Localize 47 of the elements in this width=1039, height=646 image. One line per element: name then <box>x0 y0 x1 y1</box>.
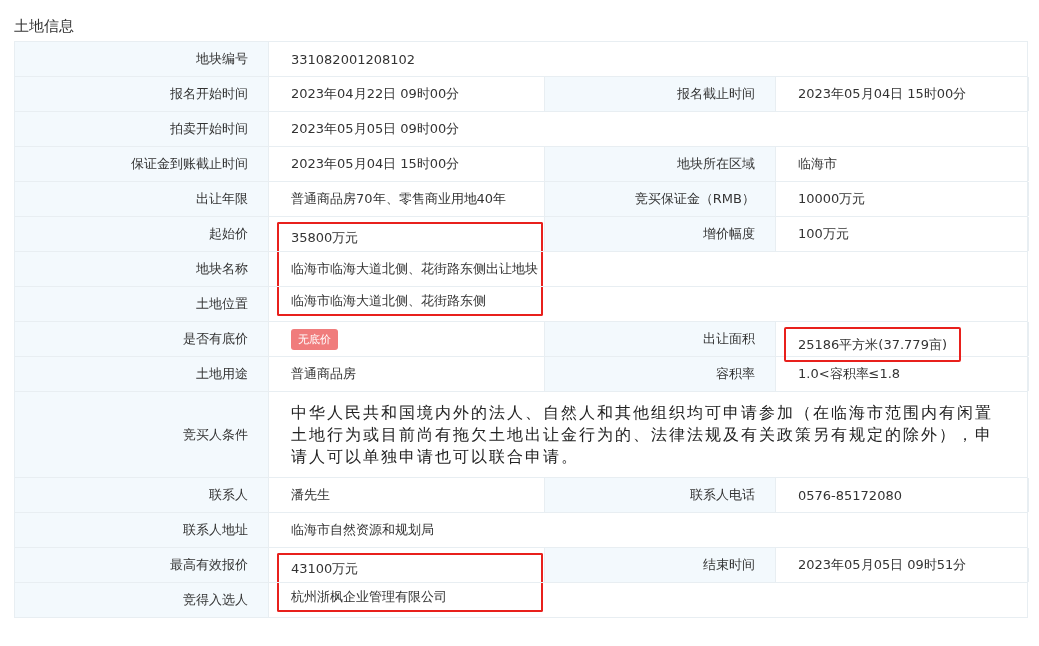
field-value: 1.0<容积率≤1.8 <box>797 365 901 383</box>
field-label: 联系人地址 <box>15 513 269 547</box>
section-title: 土地信息 <box>13 16 75 37</box>
field-label: 容积率 <box>545 357 776 391</box>
field-value: 10000万元 <box>797 190 866 208</box>
field-label: 土地位置 <box>15 287 269 321</box>
field-label: 报名开始时间 <box>15 77 269 111</box>
field-value: 25186平方米(37.779亩) <box>784 327 961 362</box>
field-label: 保证金到账截止时间 <box>15 147 269 181</box>
field-label: 是否有底价 <box>15 322 269 356</box>
field-label: 最高有效报价 <box>15 548 269 582</box>
field-label: 地块名称 <box>15 252 269 286</box>
field-label: 结束时间 <box>545 548 776 582</box>
field-value: 2023年05月05日 09时00分 <box>290 120 460 138</box>
field-label: 报名截止时间 <box>545 77 776 111</box>
field-label: 竞得入选人 <box>15 583 269 617</box>
field-value: 潘先生 <box>290 486 330 504</box>
field-value: 0576-85172080 <box>797 487 902 503</box>
field-label: 地块所在区域 <box>545 147 776 181</box>
field-label: 竞买保证金（RMB） <box>545 182 776 216</box>
field-label: 拍卖开始时间 <box>15 112 269 146</box>
field-value: 临海市 <box>797 155 837 173</box>
field-value: 普通商品房 <box>290 365 356 383</box>
field-value: 2023年05月04日 15时00分 <box>290 155 460 173</box>
field-value: 普通商品房70年、零售商业用地40年 <box>290 190 507 208</box>
field-value: 35800万元 <box>277 222 543 251</box>
field-label: 出让面积 <box>545 322 776 356</box>
field-label: 增价幅度 <box>545 217 776 251</box>
field-value: 331082001208102 <box>290 51 416 67</box>
field-value: 2023年05月04日 15时00分 <box>797 85 967 103</box>
field-label: 竞买人条件 <box>15 392 269 477</box>
status-tag: 无底价 <box>291 329 338 350</box>
field-value: 2023年05月05日 09时51分 <box>797 556 967 574</box>
field-value: 杭州浙枫企业管理有限公司 <box>277 583 543 612</box>
field-label: 联系人 <box>15 478 269 512</box>
field-value: 2023年04月22日 09时00分 <box>290 85 460 103</box>
field-value: 100万元 <box>797 225 849 243</box>
field-value: 临海市临海大道北侧、花街路东侧 <box>277 287 543 316</box>
field-value: 43100万元 <box>277 553 543 582</box>
field-label: 出让年限 <box>15 182 269 216</box>
field-label: 联系人电话 <box>545 478 776 512</box>
field-label: 地块编号 <box>15 42 269 76</box>
field-value: 临海市临海大道北侧、花街路东侧出让地块 <box>277 252 543 286</box>
field-label: 起始价 <box>15 217 269 251</box>
field-value: 中华人民共和国境内外的法人、自然人和其他组织均可申请参加（在临海市范围内有闲置土地行为或目前尚有拖欠土地出让金行为的、法律法规及有关政策另有规定的除外），申请人可以单独申请也可以联合申请。 <box>290 401 994 468</box>
field-label: 土地用途 <box>15 357 269 391</box>
field-value: 临海市自然资源和规划局 <box>290 521 434 539</box>
